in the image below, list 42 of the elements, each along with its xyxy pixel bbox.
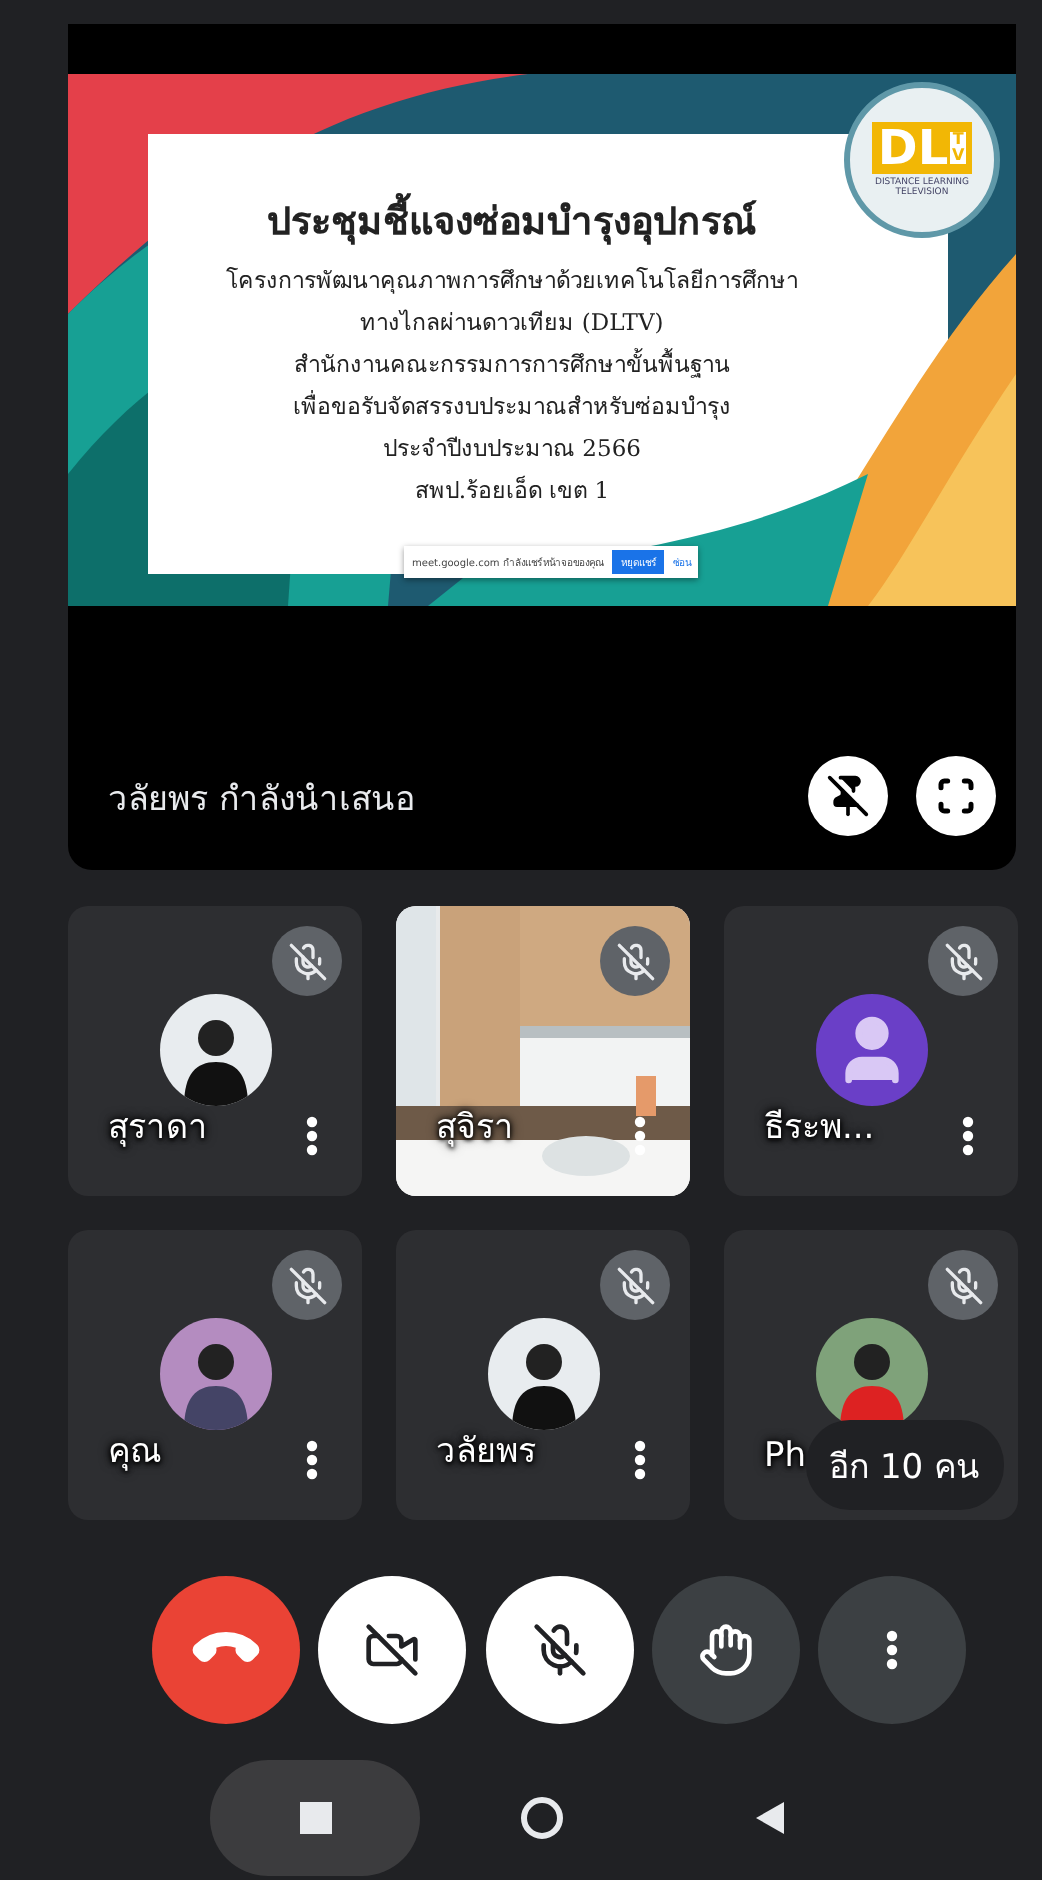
back-triangle-icon <box>756 1802 784 1834</box>
participant-name: ธีระพ... <box>764 1106 875 1152</box>
participant-name: วลัยพร <box>436 1430 536 1476</box>
participant-name: สุจิรา <box>436 1106 514 1152</box>
participant-tile[interactable]: วลัยพร <box>396 1230 690 1520</box>
mic-off-icon <box>943 1265 983 1305</box>
fullscreen-icon <box>936 776 976 816</box>
participant-tile[interactable]: คุณ <box>68 1230 362 1520</box>
mic-off-icon <box>287 941 327 981</box>
participant-tile[interactable]: สุจิรา <box>396 906 690 1196</box>
slide-text: เพื่อขอรับจัดสรรงบประมาณสำหรับซ่อมบำรุง <box>293 388 731 423</box>
mic-off-icon <box>615 1265 655 1305</box>
unpin-icon <box>826 774 870 818</box>
circle-icon <box>520 1796 564 1840</box>
more-icon[interactable] <box>306 1116 318 1156</box>
hand-icon <box>697 1622 754 1678</box>
square-icon <box>299 1802 331 1834</box>
fullscreen-button[interactable] <box>916 756 996 836</box>
slide-title: ประชุมชี้แจงซ่อมบำรุงอุปกรณ์ <box>267 189 757 249</box>
unpin-button[interactable] <box>808 756 888 836</box>
participant-name: คุณ <box>108 1430 162 1476</box>
participant-name: Ph <box>764 1436 807 1476</box>
presenter-caption: วลัยพร กำลังนำเสนอ <box>108 777 417 823</box>
more-participants-badge[interactable]: อีก 10 คน <box>805 1420 1004 1510</box>
mic-off-icon <box>531 1622 587 1678</box>
more-icon[interactable] <box>962 1116 974 1156</box>
slide-text: สำนักงานคณะกรรมการการศึกษาขั้นพื้นฐาน <box>294 346 730 381</box>
camera-off-icon <box>364 1622 421 1678</box>
more-icon <box>886 1630 898 1670</box>
mic-off-icon <box>615 941 655 981</box>
participant-tile[interactable]: สุราดา <box>68 906 362 1196</box>
slide-text: ประจำปีงบประมาณ 2566 <box>383 431 641 465</box>
slide-text: โครงการพัฒนาคุณภาพการศึกษาด้วยเทคโนโลยีการศึกษา <box>226 263 798 297</box>
slide-text: ทางไกลผ่านดาวเทียม (DLTV) <box>360 305 664 339</box>
participant-tile[interactable]: ธีระพ... <box>724 906 1018 1196</box>
more-icon[interactable] <box>634 1116 646 1156</box>
mic-off-icon <box>943 941 983 981</box>
slide-text: สพป.ร้อยเอ็ด เขต 1 <box>414 473 610 507</box>
more-icon[interactable] <box>306 1440 318 1480</box>
participant-name: สุราดา <box>108 1106 208 1152</box>
more-icon[interactable] <box>634 1440 646 1480</box>
mic-off-icon <box>287 1265 327 1305</box>
